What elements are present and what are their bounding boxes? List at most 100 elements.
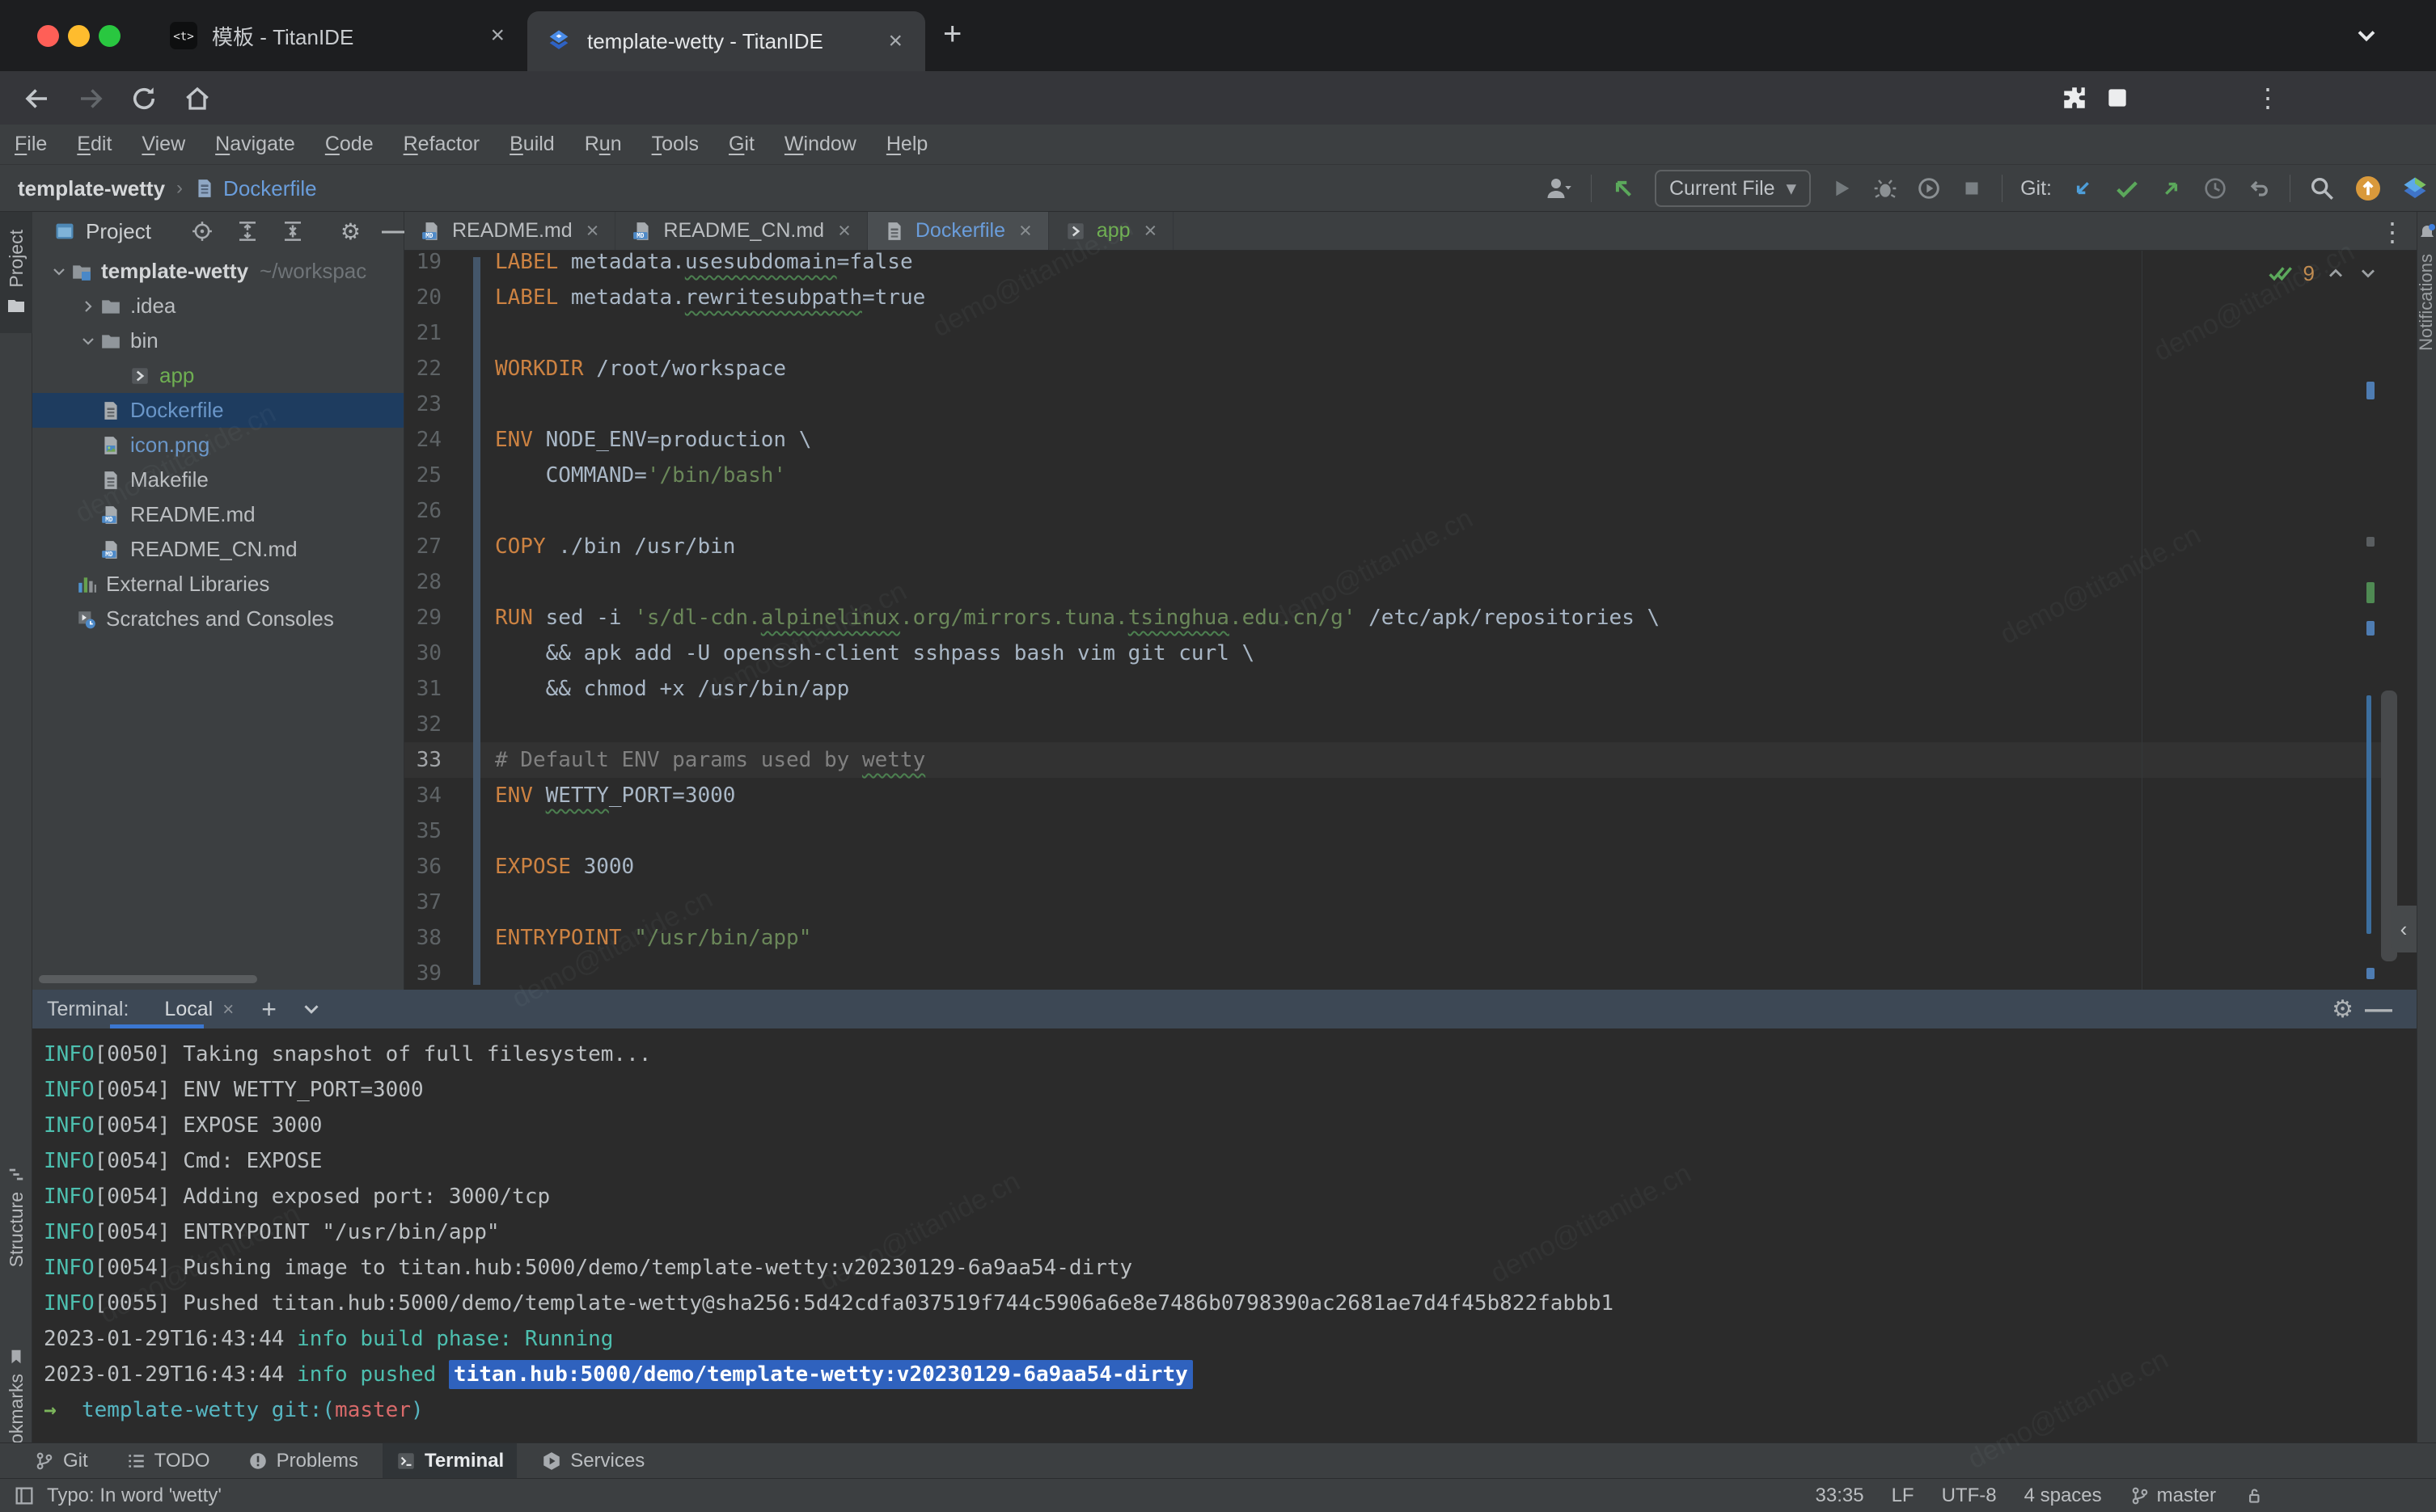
close-tab-icon[interactable]: × <box>1019 218 1032 243</box>
close-tab-icon[interactable]: × <box>883 27 907 55</box>
breadcrumb-file[interactable]: Dockerfile <box>223 176 317 201</box>
notifications-tab[interactable]: Notifications <box>2417 243 2436 351</box>
close-tab-icon[interactable]: × <box>838 218 851 243</box>
zoom-window-button[interactable] <box>99 25 121 47</box>
code-line-19[interactable]: 19LABEL metadata.usesubdomain=false <box>404 251 2381 280</box>
close-tab-icon[interactable]: × <box>485 22 510 49</box>
tree-item-icon-png[interactable]: icon.png <box>32 428 404 462</box>
terminal-dropdown-chevron-icon[interactable] <box>299 997 324 1021</box>
close-tab-icon[interactable]: × <box>586 218 599 243</box>
minimize-window-button[interactable] <box>68 25 90 47</box>
code-line-27[interactable]: 27COPY ./bin /usr/bin <box>404 529 2381 564</box>
gear-icon[interactable]: ⚙ <box>340 218 361 245</box>
code-line-25[interactable]: 25 COMMAND='/bin/bash' <box>404 458 2381 493</box>
minimize-terminal-icon[interactable]: — <box>2365 994 2392 1025</box>
browser-tab-1[interactable]: <t> 模板 - TitanIDE × <box>154 0 526 71</box>
code-line-28[interactable]: 28 <box>404 564 2381 600</box>
tree-item-dockerfile[interactable]: Dockerfile <box>32 393 404 428</box>
code-line-23[interactable]: 23 <box>404 386 2381 422</box>
unlock-icon[interactable] <box>2244 1485 2265 1506</box>
menu-file[interactable]: File <box>15 133 47 156</box>
menu-refactor[interactable]: Refactor <box>404 133 480 156</box>
menu-tools[interactable]: Tools <box>652 133 699 156</box>
menu-window[interactable]: Window <box>785 133 856 156</box>
browser-menu-dots-icon[interactable]: ⋮ <box>2255 82 2281 113</box>
indent-setting[interactable]: 4 spaces <box>2024 1485 2102 1507</box>
collapsed-panel-chevron-button[interactable]: ‹ <box>2391 906 2417 952</box>
stripe-mark[interactable] <box>2366 582 2375 603</box>
menu-build[interactable]: Build <box>510 133 555 156</box>
code-line-33[interactable]: 33# Default ENV params used by wetty <box>404 742 2381 778</box>
editor-tab-options-dots-icon[interactable]: ⋮ <box>2379 217 2405 247</box>
code-line-24[interactable]: 24ENV NODE_ENV=production \ <box>404 422 2381 458</box>
expand-all-icon[interactable] <box>235 219 260 243</box>
back-icon[interactable] <box>23 84 52 113</box>
editor-tab-app[interactable]: app× <box>1049 212 1174 250</box>
code-line-34[interactable]: 34ENV WETTY_PORT=3000 <box>404 778 2381 813</box>
code-line-38[interactable]: 38ENTRYPOINT "/usr/bin/app" <box>404 920 2381 956</box>
toolwindow-terminal[interactable]: Terminal <box>383 1443 517 1479</box>
run-configuration-select[interactable]: Current File ▾ <box>1655 170 1811 207</box>
collapse-all-icon[interactable] <box>281 219 305 243</box>
code-line-29[interactable]: 29RUN sed -i 's/dl-cdn.alpinelinux.org/m… <box>404 600 2381 636</box>
notifications-bell-icon[interactable] <box>2417 223 2436 243</box>
side-panel-icon[interactable] <box>2104 85 2130 111</box>
stripe-mark-long[interactable] <box>2366 695 2371 934</box>
menu-view[interactable]: View <box>142 133 185 156</box>
menu-help[interactable]: Help <box>886 133 928 156</box>
git-branch-widget[interactable]: master <box>2129 1485 2216 1507</box>
code-line-22[interactable]: 22WORKDIR /root/workspace <box>404 351 2381 386</box>
tree-item--idea[interactable]: .idea <box>32 289 404 323</box>
layout-icon[interactable] <box>13 1485 36 1507</box>
breadcrumb[interactable]: template-wetty › Dockerfile <box>18 165 317 212</box>
caret-position[interactable]: 33:35 <box>1816 1485 1864 1507</box>
tree-item-external-libraries[interactable]: External Libraries <box>32 567 404 602</box>
tree-item-readme-md[interactable]: MDREADME.md <box>32 497 404 532</box>
tree-item-app[interactable]: app <box>32 358 404 393</box>
locate-target-icon[interactable] <box>190 219 214 243</box>
debug-bug-icon[interactable] <box>1872 175 1898 201</box>
editor-tab-dockerfile[interactable]: Dockerfile× <box>868 212 1049 250</box>
tree-item-scratches-and-consoles[interactable]: Scratches and Consoles <box>32 602 404 636</box>
history-clock-icon[interactable] <box>2202 175 2228 201</box>
menu-code[interactable]: Code <box>325 133 374 156</box>
extensions-puzzle-icon[interactable] <box>2061 84 2088 112</box>
toolwindow-services[interactable]: Services <box>528 1443 658 1479</box>
tree-item-bin[interactable]: bin <box>32 323 404 358</box>
code-line-26[interactable]: 26 <box>404 493 2381 529</box>
menu-git[interactable]: Git <box>729 133 755 156</box>
update-orange-icon[interactable] <box>2354 174 2383 203</box>
build-arrow-icon[interactable] <box>1609 175 1637 202</box>
code-line-30[interactable]: 30 && apk add -U openssh-client sshpass … <box>404 636 2381 671</box>
stop-button[interactable] <box>1960 176 1984 201</box>
line-ending[interactable]: LF <box>1892 1485 1914 1507</box>
tree-item-template-wetty[interactable]: template-wetty~/workspac <box>32 254 404 289</box>
stripe-mark[interactable] <box>2366 621 2375 636</box>
tree-item-makefile[interactable]: Makefile <box>32 462 404 497</box>
code-line-20[interactable]: 20LABEL metadata.rewritesubpath=true <box>404 280 2381 315</box>
menu-edit[interactable]: Edit <box>77 133 112 156</box>
terminal-output[interactable]: INFO[0050] Taking snapshot of full files… <box>32 1028 2417 1442</box>
tab-search-chevron-icon[interactable] <box>2352 21 2381 50</box>
titanide-logo-icon[interactable] <box>2400 174 2430 203</box>
code-viewport[interactable]: 19LABEL metadata.usesubdomain=false20LAB… <box>404 251 2381 990</box>
terminal-tab-local[interactable]: Local× <box>164 998 234 1021</box>
git-update-icon[interactable] <box>2070 175 2096 201</box>
code-line-32[interactable]: 32 <box>404 707 2381 742</box>
toolwindow-git[interactable]: Git <box>21 1443 101 1479</box>
stripe-mark[interactable] <box>2366 382 2375 399</box>
new-terminal-plus-icon[interactable]: + <box>261 995 277 1024</box>
home-icon[interactable] <box>183 84 212 113</box>
tree-item-readme-cn-md[interactable]: MDREADME_CN.md <box>32 532 404 567</box>
close-terminal-tab-icon[interactable]: × <box>222 999 234 1020</box>
search-icon[interactable] <box>2308 175 2336 202</box>
code-line-39[interactable]: 39 <box>404 956 2381 990</box>
menu-navigate[interactable]: Navigate <box>215 133 295 156</box>
user-icon[interactable] <box>1544 174 1573 203</box>
editor-tab-readme-md[interactable]: MDREADME.md× <box>404 212 615 250</box>
hide-panel-minus-icon[interactable]: — <box>382 218 406 245</box>
chevron-right-icon[interactable] <box>76 297 100 316</box>
stripe-mark[interactable] <box>2366 537 2375 547</box>
editor-tab-readme-cn-md[interactable]: MDREADME_CN.md× <box>615 212 867 250</box>
horizontal-scrollbar[interactable] <box>39 975 257 983</box>
